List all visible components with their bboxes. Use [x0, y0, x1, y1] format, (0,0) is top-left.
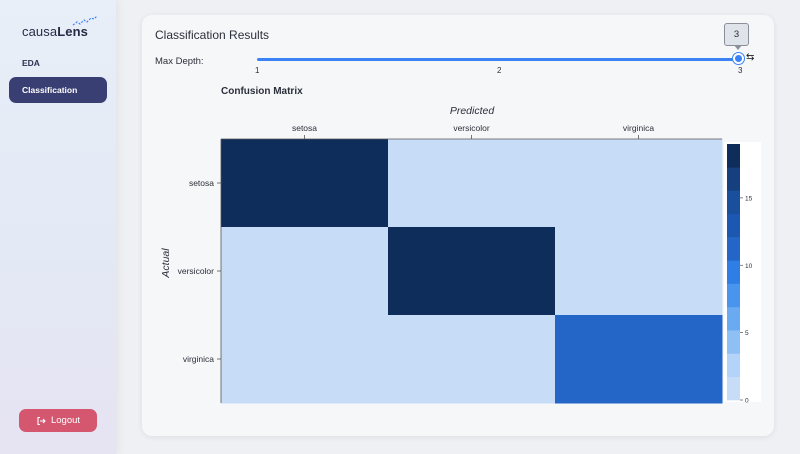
logout-icon [37, 416, 46, 425]
heatmap-cell [221, 315, 389, 404]
x-tick-label: virginica [623, 123, 654, 133]
logo-spark-icon [72, 15, 98, 26]
colorbar-tick-label: 15 [745, 195, 753, 202]
y-axis-label: Actual [160, 248, 172, 279]
sidebar-item-classification[interactable]: Classification [9, 77, 107, 103]
confusion-matrix-chart: Predicted Actual setosa versicolor virgini… [160, 105, 761, 405]
colorbar-segment [727, 144, 740, 168]
logo-text-prefix: causa [22, 24, 58, 39]
logout-button[interactable]: Logout [19, 409, 97, 432]
sidebar-item-eda[interactable]: EDA [9, 50, 107, 76]
x-axis-label: Predicted [450, 105, 496, 117]
sidebar-item-label: EDA [22, 58, 40, 68]
colorbar-tick-label: 5 [745, 330, 749, 337]
colorbar-segment [727, 237, 740, 261]
x-tick-label: setosa [292, 123, 317, 133]
y-tick-label: virginica [183, 354, 214, 364]
sidebar: causaLens EDA Classification Logout [0, 0, 116, 454]
heatmap-cell [388, 227, 556, 316]
heatmap-cell [388, 315, 556, 404]
heatmap-cell [388, 139, 556, 228]
colorbar-segment [727, 167, 740, 191]
heatmap-cell [555, 227, 723, 316]
colorbar-segment [727, 330, 740, 354]
heatmap-cell [555, 139, 723, 228]
colorbar-segment [727, 213, 740, 238]
colorbar-tick-label: 0 [745, 398, 749, 405]
colorbar-segment [727, 190, 740, 215]
colorbar-tick-label: 10 [745, 263, 753, 270]
logout-label: Logout [50, 415, 81, 426]
results-card: Classification Results Max Depth: 1 2 3 … [142, 15, 774, 436]
heatmap-cell [221, 139, 389, 228]
colorbar-segment [727, 353, 740, 378]
heatmap-cell [555, 315, 723, 404]
colorbar-segment [727, 306, 740, 331]
colorbar-segment [727, 376, 740, 401]
y-tick-label: setosa [189, 178, 214, 188]
colorbar-segment [727, 283, 740, 308]
heatmap-cell [221, 227, 389, 316]
y-tick-label: versicolor [178, 266, 215, 276]
x-tick-label: versicolor [453, 123, 490, 133]
colorbar-segment [727, 260, 740, 284]
sidebar-item-label: Classification [22, 85, 78, 95]
